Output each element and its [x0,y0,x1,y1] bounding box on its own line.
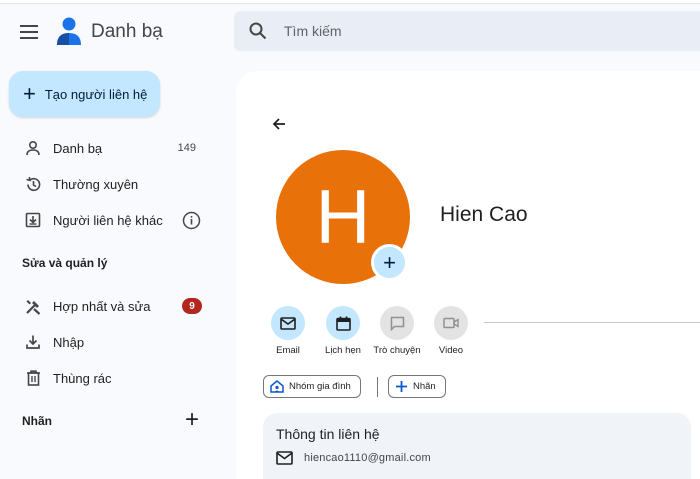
section-title-manage: Sửa và quản lý [22,256,108,270]
sidebar-item-other-contacts[interactable]: Người liên hệ khác [0,204,218,236]
sidebar-item-contacts[interactable]: Danh bạ 149 [0,132,218,164]
video-action-label: Video [438,345,464,356]
contact-name: Hien Cao [440,203,528,226]
divider [484,322,700,323]
contact-email[interactable]: hiencao1110@gmail.com [304,452,431,464]
add-photo-button[interactable]: + [371,244,408,281]
main-menu-button[interactable] [14,18,44,46]
contact-info-title: Thông tin liên hệ [276,426,380,442]
schedule-action-label: Lịch hẹn [325,345,361,356]
download-box-icon [24,211,42,229]
sidebar-item-frequent[interactable]: Thường xuyên [0,168,218,200]
chip-separator [377,377,378,397]
create-contact-label: Tạo người liên hệ [44,86,148,102]
hamburger-icon [20,25,38,39]
add-label-button[interactable]: + [182,406,202,433]
sidebar-item-merge-fix[interactable]: Hợp nhất và sửa 9 [0,290,218,322]
search-input[interactable] [284,11,684,51]
sidebar-item-label: Danh bạ [53,140,103,156]
schedule-action-button[interactable]: Lịch hẹn [313,306,373,356]
sidebar-item-label: Nhập [53,334,85,350]
mail-icon [276,451,293,465]
arrow-back-icon [272,118,285,130]
sidebar-item-label: Hợp nhất và sửa [53,298,151,314]
back-button[interactable] [268,114,290,134]
video-icon [443,317,459,329]
contacts-count: 149 [177,142,196,154]
plus-icon: + [383,249,396,275]
merge-tools-icon [24,297,42,315]
merge-count-badge: 9 [182,298,202,314]
mail-icon [280,316,296,330]
email-action-button[interactable]: Email [258,306,318,356]
sidebar-item-trash[interactable]: Thùng rác [0,362,218,394]
chat-action-button[interactable]: Trò chuyện [367,306,427,356]
calendar-icon [335,316,351,331]
sidebar-item-import[interactable]: Nhập [0,326,218,358]
sidebar-item-label: Người liên hệ khác [53,212,163,228]
contacts-logo-icon [57,17,81,45]
plus-icon [396,381,407,392]
add-label-chip[interactable]: Nhãn [388,375,446,398]
person-icon [24,139,42,157]
sidebar-item-label: Thường xuyên [53,176,139,192]
family-group-label: Nhóm gia đình [289,381,351,392]
plus-icon: + [23,81,36,106]
chat-action-label: Trò chuyện [373,345,421,356]
app-title: Danh bạ [91,21,163,42]
search-bar[interactable] [234,11,700,51]
avatar-initial: H [315,174,371,260]
contacts-logo[interactable] [55,15,83,47]
sidebar-item-label: Thùng rác [53,370,112,386]
search-icon [249,22,267,40]
import-icon [24,333,42,351]
create-contact-button[interactable]: + Tạo người liên hệ [9,71,160,117]
top-border [0,0,700,4]
email-action-label: Email [276,345,300,356]
chat-icon [390,316,404,331]
labels-section-title: Nhãn [22,414,52,428]
plus-icon: + [184,406,199,433]
info-icon[interactable] [182,211,201,230]
history-icon [24,175,42,193]
home-group-icon [270,380,284,393]
family-group-chip[interactable]: Nhóm gia đình [263,375,361,398]
trash-icon [24,369,42,387]
video-action-button[interactable]: Video [421,306,481,356]
add-label-chip-text: Nhãn [413,381,436,392]
contact-info-card [263,413,691,479]
